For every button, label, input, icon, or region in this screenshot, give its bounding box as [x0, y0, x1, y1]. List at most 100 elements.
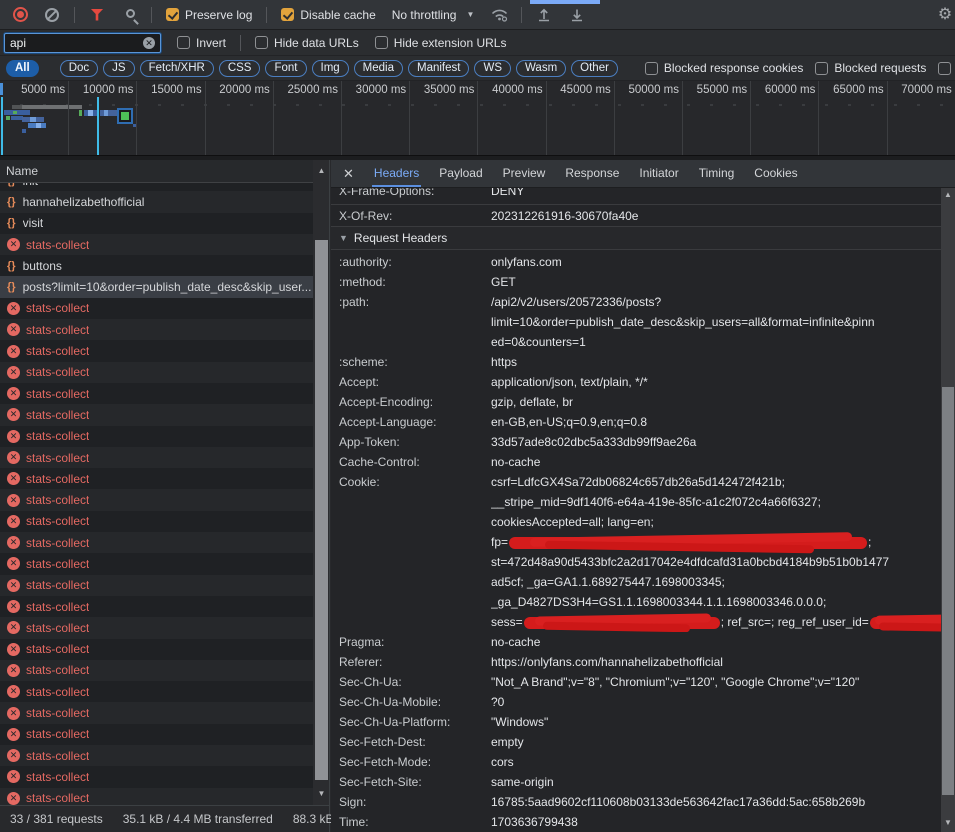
request-row[interactable]: ✕stats-collect	[0, 745, 313, 766]
tab-payload[interactable]: Payload	[429, 160, 492, 187]
chevron-down-icon[interactable]: ▼	[466, 10, 474, 19]
export-har-button[interactable]	[566, 4, 588, 26]
header-value-line: _ga_D4827DS3H4=GS1.1.1698003344.1.1.1698…	[491, 592, 941, 612]
request-row[interactable]: ✕stats-collect	[0, 553, 313, 574]
request-row[interactable]: ✕stats-collect	[0, 489, 313, 510]
filter-input[interactable]: api ✕	[4, 33, 161, 53]
request-headers-section-header[interactable]: ▼ Request Headers	[331, 227, 941, 250]
tab-cookies[interactable]: Cookies	[744, 160, 807, 187]
request-row[interactable]: ✕stats-collect	[0, 660, 313, 681]
clear-button[interactable]	[41, 4, 63, 26]
close-icon[interactable]: ✕	[331, 166, 364, 182]
request-row[interactable]: ✕stats-collect	[0, 362, 313, 383]
record-button[interactable]	[9, 4, 31, 26]
network-toolbar: Preserve log Disable cache No throttling…	[0, 0, 955, 30]
request-row[interactable]: ✕stats-collect	[0, 532, 313, 553]
filter-pill-fetch-xhr[interactable]: Fetch/XHR	[140, 60, 214, 77]
throttling-select[interactable]: No throttling	[392, 8, 457, 22]
request-row[interactable]: {}posts?limit=10&order=publish_date_desc…	[0, 276, 313, 297]
hide-extension-urls-checkbox[interactable]: Hide extension URLs	[375, 36, 507, 50]
scrollbar-thumb[interactable]	[942, 387, 954, 795]
error-icon: ✕	[7, 557, 20, 570]
scrollbar-thumb[interactable]	[315, 240, 328, 780]
header-key: Cache-Control:	[331, 452, 491, 472]
request-list-scrollbar[interactable]: ▲ ▼	[313, 160, 330, 805]
filter-pill-img[interactable]: Img	[312, 60, 349, 77]
filter-pill-js[interactable]: JS	[103, 60, 134, 77]
tab-initiator[interactable]: Initiator	[629, 160, 688, 187]
filter-pill-ws[interactable]: WS	[474, 60, 511, 77]
filter-pill-manifest[interactable]: Manifest	[408, 60, 469, 77]
filter-pill-doc[interactable]: Doc	[60, 60, 98, 77]
3rd-party-requests-checkbox[interactable]: 3rd-party requests	[938, 61, 955, 75]
checkbox-checked-icon	[166, 8, 179, 21]
request-row[interactable]: ✕stats-collect	[0, 468, 313, 489]
settings-button[interactable]: ⚙	[924, 4, 946, 26]
filter-pill-font[interactable]: Font	[265, 60, 306, 77]
request-row[interactable]: ✕stats-collect	[0, 298, 313, 319]
filter-toggle-button[interactable]	[86, 4, 108, 26]
request-row[interactable]: ✕stats-collect	[0, 724, 313, 745]
request-row[interactable]: ✕stats-collect	[0, 766, 313, 787]
header-value-line: 33d57ade8c02dbc5a333db99ff9ae26a	[491, 432, 941, 452]
request-row[interactable]: ✕stats-collect	[0, 319, 313, 340]
timeline-label: 35000 ms	[410, 84, 474, 96]
invert-label: Invert	[196, 36, 226, 50]
blocked-requests-checkbox[interactable]: Blocked requests	[815, 61, 926, 75]
request-row[interactable]: ✕stats-collect	[0, 234, 313, 255]
request-row[interactable]: ✕stats-collect	[0, 617, 313, 638]
header-value: application/json, text/plain, */*	[491, 372, 941, 392]
disclosure-triangle-icon[interactable]: ▼	[339, 233, 348, 243]
header-value-line: same-origin	[491, 772, 941, 792]
request-name: stats-collect	[26, 578, 89, 592]
scroll-up-icon[interactable]: ▲	[941, 190, 955, 199]
network-conditions-icon	[490, 7, 509, 22]
scroll-up-icon[interactable]: ▲	[313, 166, 330, 175]
invert-checkbox[interactable]: Invert	[177, 36, 226, 50]
request-row[interactable]: ✕stats-collect	[0, 383, 313, 404]
request-row[interactable]: ✕stats-collect	[0, 681, 313, 702]
tab-response[interactable]: Response	[555, 160, 629, 187]
filter-pill-wasm[interactable]: Wasm	[516, 60, 566, 77]
request-row[interactable]: {}hannahelizabethofficial	[0, 191, 313, 212]
header-key: Sec-Ch-Ua:	[331, 672, 491, 692]
tab-timing[interactable]: Timing	[689, 160, 745, 187]
request-row[interactable]: ✕stats-collect	[0, 426, 313, 447]
request-row[interactable]: ✕stats-collect	[0, 639, 313, 660]
timeline-overview[interactable]: 5000 ms10000 ms15000 ms20000 ms25000 ms3…	[0, 81, 955, 155]
blocked-response-cookies-checkbox[interactable]: Blocked response cookies	[645, 61, 803, 75]
request-header-row: Accept-Encoding:gzip, deflate, br	[331, 392, 941, 412]
tab-headers[interactable]: Headers	[364, 160, 429, 187]
request-row[interactable]: ✕stats-collect	[0, 447, 313, 468]
preserve-log-checkbox[interactable]: Preserve log	[166, 8, 252, 22]
request-row[interactable]: ✕stats-collect	[0, 575, 313, 596]
request-row[interactable]: {}init	[0, 183, 313, 191]
error-icon: ✕	[7, 387, 20, 400]
request-row[interactable]: ✕stats-collect	[0, 596, 313, 617]
detail-scrollbar[interactable]: ▲ ▼	[941, 188, 955, 832]
request-row[interactable]: ✕stats-collect	[0, 511, 313, 532]
filter-pill-css[interactable]: CSS	[219, 60, 261, 77]
headers-content[interactable]: X-Frame-Options: DENY X-Of-Rev: 20231226…	[331, 188, 941, 832]
search-button[interactable]	[118, 4, 140, 26]
timeline-label: 45000 ms	[547, 84, 611, 96]
request-row[interactable]: ✕stats-collect	[0, 788, 313, 805]
filter-pill-media[interactable]: Media	[354, 60, 403, 77]
request-row[interactable]: ✕stats-collect	[0, 340, 313, 361]
header-value-line: no-cache	[491, 632, 941, 652]
import-har-button[interactable]	[533, 4, 555, 26]
request-row[interactable]: ✕stats-collect	[0, 702, 313, 723]
filter-pill-all[interactable]: All	[6, 60, 39, 77]
request-row[interactable]: ✕stats-collect	[0, 404, 313, 425]
request-row[interactable]: {}visit	[0, 213, 313, 234]
clear-filter-icon[interactable]: ✕	[143, 37, 155, 49]
scroll-down-icon[interactable]: ▼	[941, 818, 955, 827]
hide-data-urls-checkbox[interactable]: Hide data URLs	[255, 36, 359, 50]
name-column-header[interactable]: Name	[0, 160, 330, 183]
network-conditions-button[interactable]	[488, 4, 510, 26]
filter-pill-other[interactable]: Other	[571, 60, 618, 77]
request-row[interactable]: {}buttons	[0, 255, 313, 276]
disable-cache-checkbox[interactable]: Disable cache	[281, 8, 375, 22]
scroll-down-icon[interactable]: ▼	[313, 789, 330, 798]
tab-preview[interactable]: Preview	[493, 160, 556, 187]
